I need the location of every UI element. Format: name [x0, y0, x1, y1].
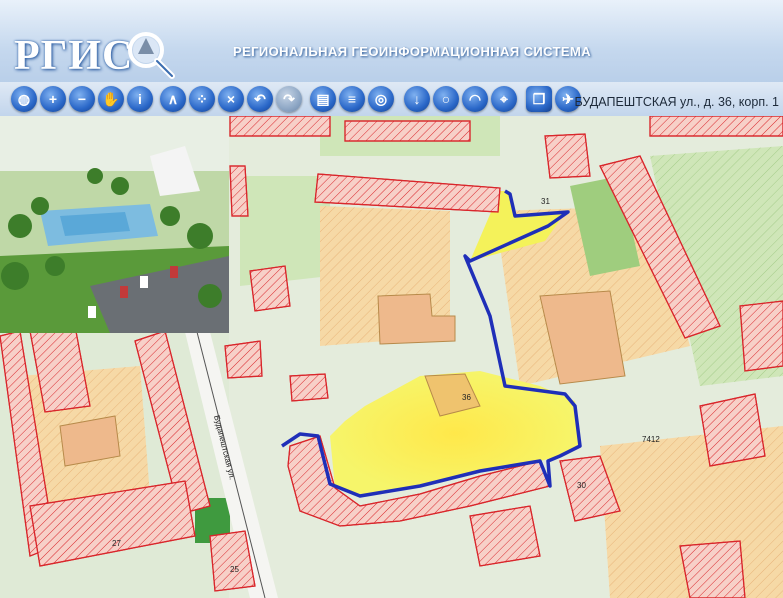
label-7412: 7412 — [642, 435, 660, 444]
pan-hand-icon[interactable]: ✋ — [98, 86, 124, 112]
label-36: 36 — [462, 393, 471, 402]
magnifier-globe-icon — [128, 32, 175, 79]
zoom-out-icon[interactable]: − — [69, 86, 95, 112]
location-pin-icon[interactable]: ⌖ — [491, 86, 517, 112]
label-25: 25 — [230, 565, 239, 574]
download-icon[interactable]: ↓ — [404, 86, 430, 112]
map-toolbar: ◍ + − ✋ i ∧ ⁘ × ↶ ↷ ▤ ≡ ◎ ↓ ○ ◠ ⌖ ❐ ✈ БУ… — [0, 82, 783, 116]
zoom-in-icon[interactable]: + — [40, 86, 66, 112]
select-points-icon[interactable]: ⁘ — [189, 86, 215, 112]
list-icon[interactable]: ≡ — [339, 86, 365, 112]
back-arrow-icon[interactable]: ↶ — [247, 86, 273, 112]
label-30: 30 — [577, 481, 586, 490]
logo-text: РГИС — [14, 33, 134, 79]
aerial-photo-overlay — [0, 116, 229, 333]
address-label: БУДАПЕШТСКАЯ ул., д. 36, корп. 1 — [574, 95, 779, 109]
rss-icon[interactable]: ◠ — [462, 86, 488, 112]
label-31: 31 — [541, 197, 550, 206]
measure-compass-icon[interactable]: ∧ — [160, 86, 186, 112]
aerial-render-image — [0, 116, 229, 333]
comment-icon[interactable]: ○ — [433, 86, 459, 112]
app-header: РГИС РЕГИОНАЛЬНАЯ ГЕОИНФОРМАЦИОННАЯ СИСТ… — [0, 0, 783, 82]
copy-icon[interactable]: ❐ — [526, 86, 552, 112]
app-title: РЕГИОНАЛЬНАЯ ГЕОИНФОРМАЦИОННАЯ СИСТЕМА — [233, 44, 592, 59]
forward-arrow-icon: ↷ — [276, 86, 302, 112]
print-icon[interactable]: ▤ — [310, 86, 336, 112]
label-27: 27 — [112, 539, 121, 548]
clear-icon[interactable]: × — [218, 86, 244, 112]
map-layers-icon[interactable]: ◎ — [368, 86, 394, 112]
globe-icon[interactable]: ◍ — [11, 86, 37, 112]
info-icon[interactable]: i — [127, 86, 153, 112]
